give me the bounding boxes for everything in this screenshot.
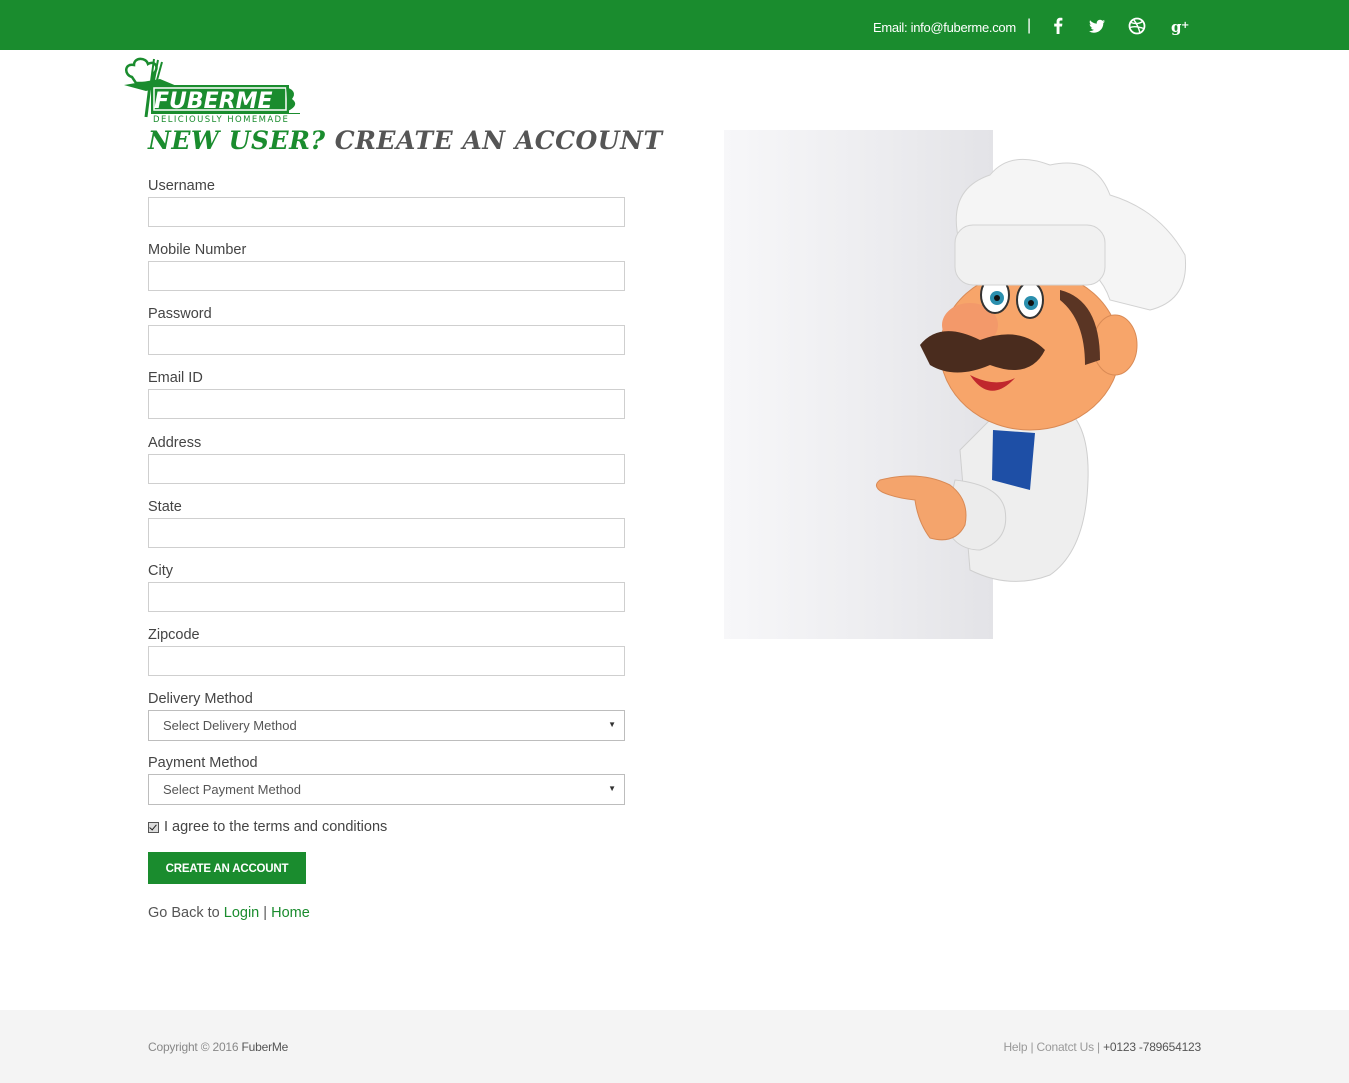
email-label: Email ID: [148, 370, 203, 386]
address-input[interactable]: [148, 454, 625, 484]
terms-checkbox[interactable]: [148, 821, 159, 833]
city-input[interactable]: [148, 582, 625, 612]
fuberme-logo[interactable]: FUBERME DELICIOUSLY HOMEMADE: [122, 55, 302, 125]
dropdown-arrow-icon: ▼: [608, 720, 616, 729]
logo-tagline: DELICIOUSLY HOMEMADE: [153, 115, 289, 125]
password-input[interactable]: [148, 325, 625, 355]
contact-email[interactable]: Email: info@fuberme.com: [873, 20, 1016, 35]
copyright: Copyright © 2016 FuberMe: [148, 1040, 288, 1054]
title-new-user: NEW USER?: [148, 126, 326, 155]
phone-number: +0123 -789654123: [1103, 1040, 1201, 1054]
copyright-brand: FuberMe: [241, 1040, 289, 1054]
create-account-button[interactable]: CREATE AN ACCOUNT: [148, 852, 306, 884]
mobile-label: Mobile Number: [148, 242, 247, 258]
contact-link[interactable]: Conatct Us: [1037, 1040, 1095, 1054]
help-link[interactable]: Help: [1003, 1040, 1027, 1054]
topbar-separator: |: [1027, 17, 1032, 34]
state-label: State: [148, 499, 182, 515]
delivery-method-label: Delivery Method: [148, 691, 253, 707]
payment-method-value: Select Payment Method: [163, 782, 302, 797]
home-link[interactable]: Home: [271, 905, 310, 921]
zipcode-input[interactable]: [148, 646, 625, 676]
terms-agreement: I agree to the terms and conditions: [148, 819, 387, 835]
page-title: NEW USER? CREATE AN ACCOUNT: [148, 126, 663, 155]
copyright-text: Copyright © 2016: [148, 1040, 239, 1054]
dropdown-arrow-icon: ▼: [608, 784, 616, 793]
zipcode-label: Zipcode: [148, 627, 200, 643]
delivery-method-select[interactable]: Select Delivery Method ▼: [148, 710, 625, 741]
dribbble-icon[interactable]: [1127, 16, 1147, 36]
go-back-links: Go Back to Login | Home: [148, 905, 310, 921]
link-separator: |: [263, 905, 268, 921]
mobile-input[interactable]: [148, 261, 625, 291]
username-label: Username: [148, 178, 215, 194]
terms-label: I agree to the terms and conditions: [164, 819, 388, 835]
svg-text:+: +: [1181, 20, 1189, 31]
password-label: Password: [148, 306, 212, 322]
twitter-icon[interactable]: [1087, 16, 1107, 36]
title-create-account: CREATE AN ACCOUNT: [334, 126, 663, 155]
payment-method-select[interactable]: Select Payment Method ▼: [148, 774, 625, 805]
login-link[interactable]: Login: [224, 905, 259, 921]
state-input[interactable]: [148, 518, 625, 548]
email-input[interactable]: [148, 389, 625, 419]
logo-text: FUBERME: [154, 89, 273, 114]
facebook-icon[interactable]: [1048, 16, 1068, 36]
footer: Copyright © 2016 FuberMe Help | Conatct …: [0, 1010, 1349, 1083]
google-plus-icon[interactable]: g +: [1169, 16, 1191, 36]
chef-illustration: [876, 158, 1187, 582]
delivery-method-value: Select Delivery Method: [163, 718, 297, 733]
username-input[interactable]: [148, 197, 625, 227]
top-bar: Email: info@fuberme.com | g +: [0, 0, 1349, 50]
city-label: City: [148, 563, 173, 579]
payment-method-label: Payment Method: [148, 755, 258, 771]
go-back-text: Go Back to: [148, 905, 220, 921]
address-label: Address: [148, 435, 202, 451]
footer-links: Help | Conatct Us | +0123 -789654123: [1003, 1040, 1201, 1054]
